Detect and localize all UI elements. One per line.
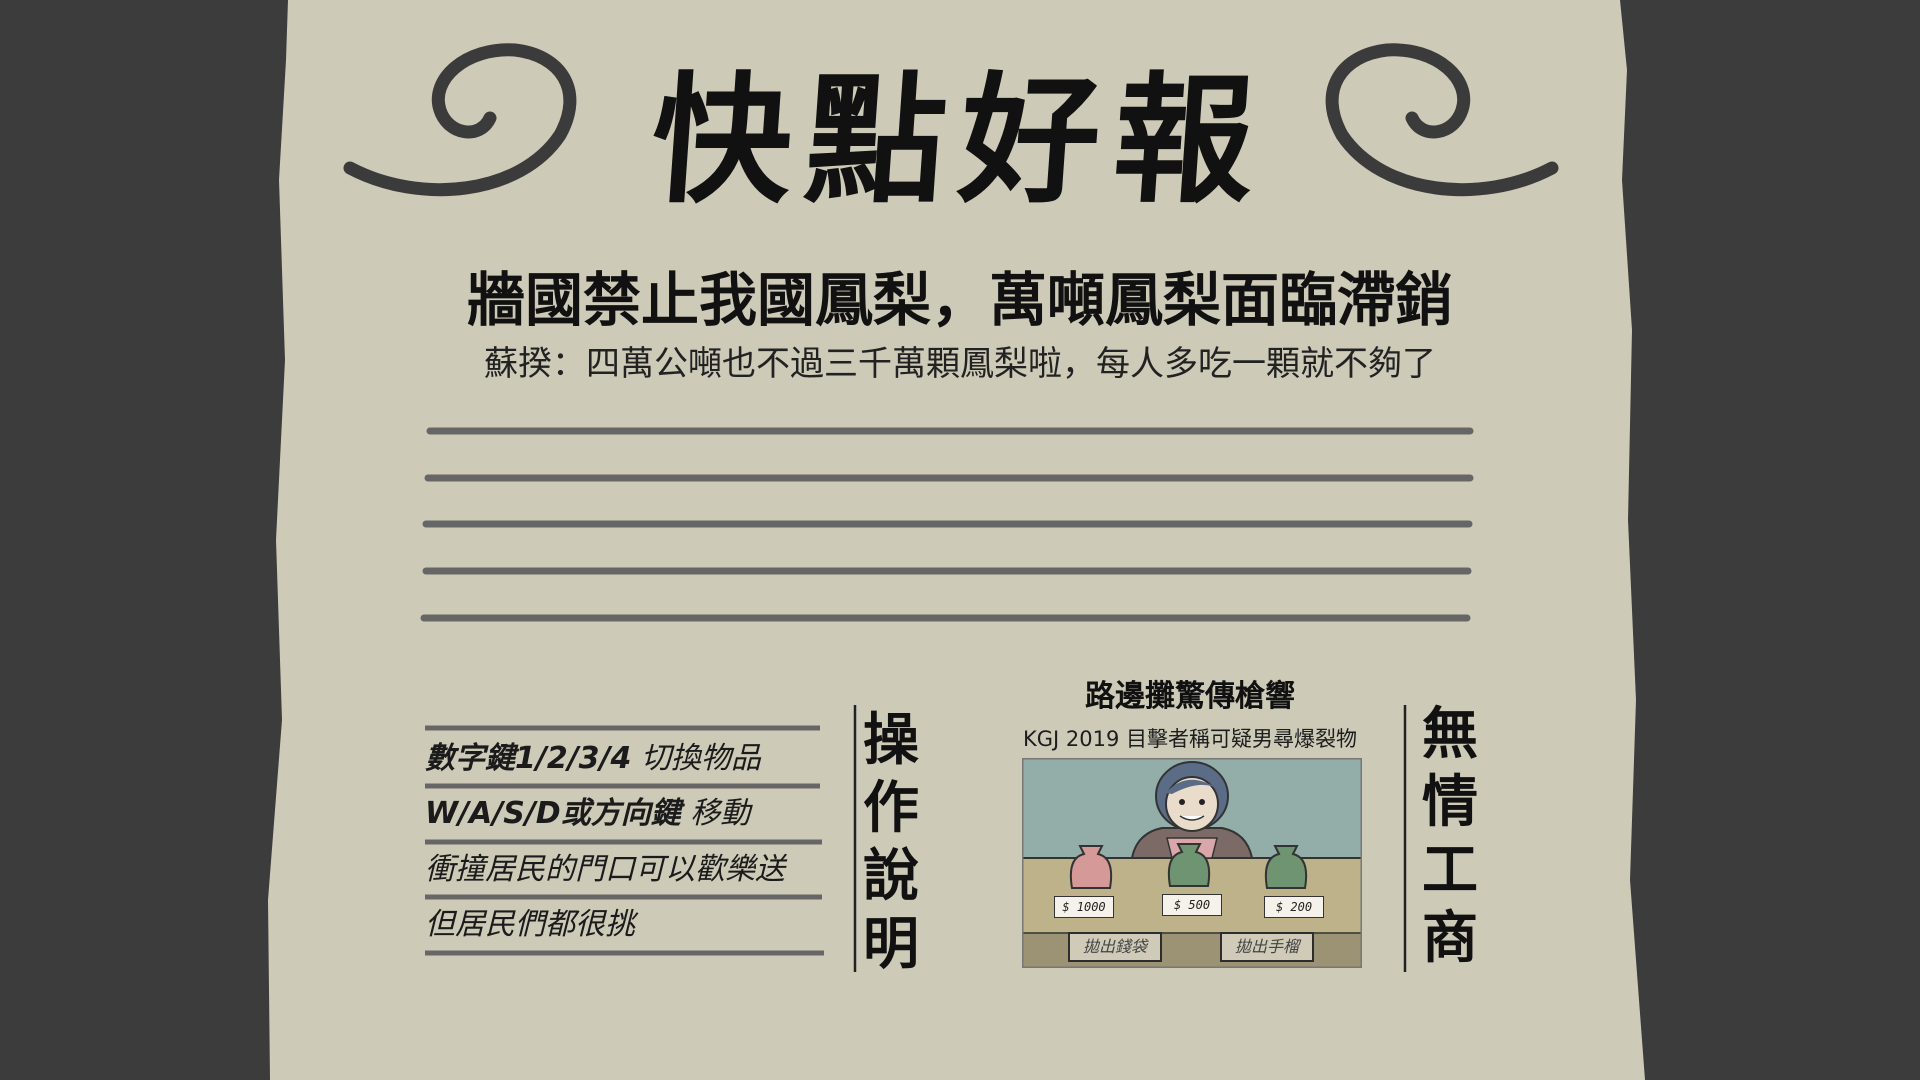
throw-grenade-sign: 拋出手榴 [1220, 932, 1314, 962]
ad-subtitle: KGJ 2019 目擊者稱可疑男尋爆裂物 [1022, 727, 1358, 751]
instruction-line-4: 但居民們都很挑 [425, 898, 825, 952]
throw-money-bag-sign: 拋出錢袋 [1068, 932, 1162, 962]
headline: 牆國禁止我國鳳梨，萬噸鳳梨面臨滯銷 [466, 266, 1453, 334]
ad-title: 路邊攤驚傳槍響 [1085, 679, 1295, 714]
subheadline: 蘇揆：四萬公噸也不過三千萬顆鳳梨啦，每人多吃一顆就不夠了 [484, 344, 1436, 384]
price-tag: $ 1000 [1054, 896, 1114, 918]
sidebar-title: 無情工商 [1422, 701, 1478, 971]
instruction-line-1: 數字鍵1/2/3/4 切換物品 [425, 732, 825, 786]
instruction-action: 移動 [680, 796, 751, 831]
game-screen: 快點好報 牆國禁止我國鳳梨，萬噸鳳梨面臨滯銷 蘇揆：四萬公噸也不過三千萬顆鳳梨啦… [0, 0, 1920, 1080]
ad-illustration: $ 1000 $ 500 $ 200 拋出錢袋 拋出手榴 [1022, 758, 1362, 968]
instruction-action: 但居民們都很挑 [425, 907, 635, 942]
newspaper-masthead: 快點好報 [646, 59, 1274, 223]
instruction-action: 衝撞居民的門口可以歡樂送 [425, 852, 785, 887]
instruction-key: W/A/S/D或方向鍵 [425, 796, 681, 831]
instructions-title: 操作說明 [863, 707, 919, 977]
price-tag: $ 500 [1162, 894, 1222, 916]
instruction-action: 切換物品 [631, 741, 761, 776]
instruction-key: 數字鍵1/2/3/4 [425, 741, 632, 776]
instruction-line-2: W/A/S/D或方向鍵 移動 [425, 787, 825, 841]
price-tag: $ 200 [1264, 896, 1324, 918]
instruction-line-3: 衝撞居民的門口可以歡樂送 [425, 843, 825, 897]
